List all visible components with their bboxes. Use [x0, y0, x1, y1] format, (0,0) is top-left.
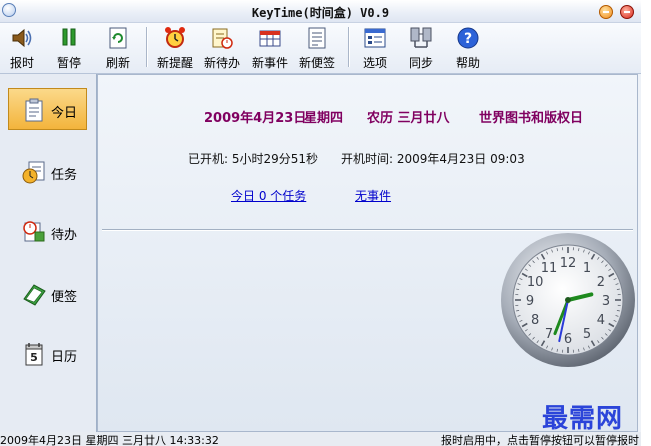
analog-clock: 12 12 3 45678 9 1011 [501, 233, 635, 367]
clock-number: 8 [531, 313, 539, 328]
close-button[interactable] [620, 5, 634, 19]
refresh-button[interactable]: 刷新 [98, 23, 138, 73]
clock-number: 11 [541, 261, 558, 276]
uptime-text: 已开机: 5小时29分51秒 [188, 152, 319, 166]
boot-time-text: 开机时间: 2009年4月23日 09:03 [341, 152, 525, 166]
holiday-name: 世界图书和版权日 [479, 111, 584, 126]
clock-number: 9 [526, 294, 534, 309]
sync-icon [410, 27, 432, 48]
refresh-icon [109, 27, 127, 49]
today-panel: 2009年4月23日 星期四 农历 三月廿八 世界图书和版权日 已开机: 5小时… [97, 74, 638, 432]
options-label: 选项 [362, 56, 387, 70]
watermark-logo: 最需网 [542, 404, 624, 434]
refresh-label: 刷新 [105, 56, 130, 70]
toolbar-separator [146, 27, 148, 67]
sync-label: 同步 [408, 56, 433, 70]
sidebar-item-label: 待办 [51, 228, 78, 243]
sidebar: 今日 任务 待办 便签 5 日历 [0, 74, 97, 434]
sidebar-item-label: 今日 [51, 106, 78, 121]
clock-number: 3 [602, 294, 610, 309]
new-reminder-label: 新提醒 [156, 56, 193, 70]
todo-icon [212, 28, 233, 49]
pause-button[interactable]: 暂停 [49, 23, 89, 73]
clock-number: 12 [560, 256, 577, 271]
sync-button[interactable]: 同步 [401, 23, 441, 73]
sidebar-item-label: 便签 [51, 290, 78, 305]
main-window: KeyTime(时间盒) V0.9 报时 暂停 刷新 新提醒 新待办 新事件 新… [0, 0, 641, 446]
clock-number: 6 [564, 332, 572, 347]
notebook-icon [23, 284, 46, 306]
new-event-button[interactable]: 新事件 [248, 23, 292, 73]
clock-number: 1 [583, 261, 591, 276]
today-weekday: 星期四 [304, 111, 344, 126]
toolbar: 报时 暂停 刷新 新提醒 新待办 新事件 新便签 选项 同步 ? 帮助 [0, 23, 641, 74]
status-datetime: 2009年4月23日 星期四 三月廿八 14:33:32 [0, 434, 219, 446]
speaker-icon [12, 28, 32, 48]
sidebar-item-notes[interactable]: 便签 [8, 272, 87, 314]
task-icon [22, 161, 45, 184]
new-todo-label: 新待办 [203, 56, 240, 70]
pause-label: 暂停 [56, 56, 81, 70]
note-icon [308, 27, 326, 49]
today-date: 2009年4月23日 [204, 111, 307, 126]
title-bar: KeyTime(时间盒) V0.9 [0, 0, 641, 23]
new-event-label: 新事件 [251, 56, 288, 70]
sidebar-item-label: 日历 [51, 350, 78, 365]
lunar-date: 农历 三月廿八 [367, 111, 450, 126]
clock-number: 7 [545, 327, 553, 342]
help-icon: ? [457, 27, 479, 49]
help-button[interactable]: ? 帮助 [448, 23, 488, 73]
clock-center [565, 297, 571, 303]
alarm-clock-icon [165, 27, 185, 48]
help-label: 帮助 [455, 56, 480, 70]
background-edge [641, 0, 651, 446]
svg-text:?: ? [464, 31, 472, 47]
toolbar-separator [348, 27, 350, 67]
options-button[interactable]: 选项 [355, 23, 395, 73]
clock-number: 5 [583, 327, 591, 342]
new-note-button[interactable]: 新便签 [295, 23, 339, 73]
clock-number: 4 [597, 313, 605, 328]
clock-number: 10 [527, 275, 544, 290]
sidebar-item-today[interactable]: 今日 [8, 88, 87, 130]
clock-number: 2 [597, 275, 605, 290]
svg-text:5: 5 [30, 351, 38, 364]
calendar-event-icon [259, 30, 281, 47]
options-icon [364, 28, 386, 48]
calendar-icon: 5 [25, 343, 43, 366]
new-reminder-button[interactable]: 新提醒 [153, 23, 197, 73]
clipboard-icon [25, 98, 43, 122]
events-link[interactable]: 无事件 [355, 187, 391, 204]
pause-icon [62, 28, 76, 46]
announce-time-button[interactable]: 报时 [2, 23, 42, 73]
sidebar-item-tasks[interactable]: 任务 [8, 150, 87, 192]
new-note-label: 新便签 [298, 56, 335, 70]
window-title: KeyTime(时间盒) V0.9 [251, 6, 390, 20]
announce-time-label: 报时 [9, 56, 34, 70]
minimize-button[interactable] [599, 5, 613, 19]
new-todo-button[interactable]: 新待办 [200, 23, 244, 73]
sidebar-item-todo[interactable]: 待办 [8, 210, 87, 252]
sidebar-item-label: 任务 [51, 168, 78, 183]
sidebar-item-calendar[interactable]: 5 日历 [8, 332, 87, 374]
todo-icon [23, 221, 45, 242]
today-tasks-link[interactable]: 今日 0 个任务 [231, 187, 306, 204]
